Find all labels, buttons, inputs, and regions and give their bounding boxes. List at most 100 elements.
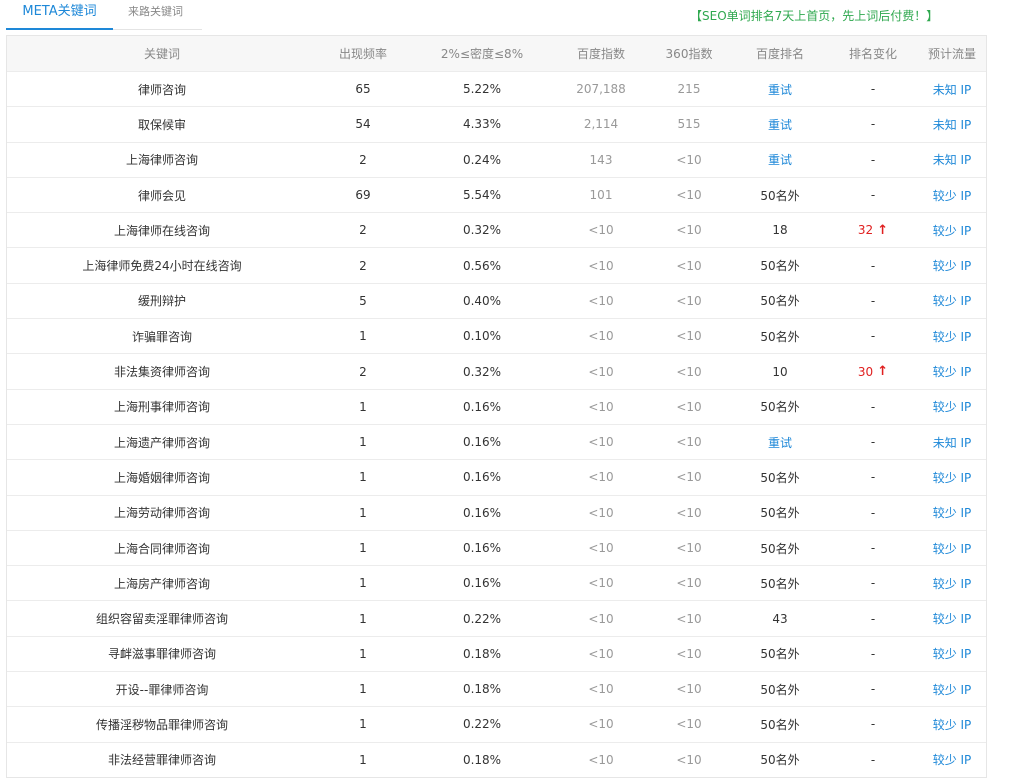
keyword-cell-text: 非法经营罪律师咨询 <box>107 753 216 768</box>
estimated-traffic-link[interactable]: 较少 IP <box>917 531 987 565</box>
keyword-cell-text: 上海刑事律师咨询 <box>113 400 210 415</box>
frequency-cell-text: 1 <box>359 752 367 767</box>
rank-change-cell-text: - <box>870 576 876 591</box>
estimated-traffic-link[interactable]: 较少 IP <box>917 637 987 671</box>
frequency-cell: 69 <box>317 178 409 212</box>
header-360-index: 360指数 <box>665 47 713 61</box>
keyword-cell: 上海律师在线咨询 <box>7 213 317 247</box>
index-360-cell: <10 <box>647 143 731 177</box>
index-360-cell-text: 515 <box>677 117 701 132</box>
index-360-cell: 215 <box>647 72 731 106</box>
header-frequency: 出现频率 <box>338 47 387 61</box>
estimated-traffic-link[interactable]: 较少 IP <box>917 213 987 247</box>
density-cell-text: 0.22% <box>462 717 502 732</box>
tab-meta-keywords[interactable]: META关键词 <box>6 0 113 30</box>
keyword-cell-text: 上海遗产律师咨询 <box>113 435 210 450</box>
estimated-traffic-link[interactable]: 较少 IP <box>917 248 987 282</box>
baidu-rank-cell: 50名外 <box>731 707 829 741</box>
estimated-traffic-link[interactable]: 未知 IP <box>917 143 987 177</box>
baidu-rank-cell-text: 50名外 <box>760 647 800 662</box>
estimated-traffic-link[interactable]: 较少 IP <box>917 319 987 353</box>
baidu-rank-cell: 18 <box>731 213 829 247</box>
tab-referrer-keywords[interactable]: 来路关键词 <box>128 0 183 29</box>
rank-up-arrow-icon: ↑ <box>877 364 889 380</box>
rank-change-cell: - <box>829 566 917 600</box>
baidu-index-cell: <10 <box>555 319 647 353</box>
index-360-cell-text: <10 <box>676 399 702 414</box>
frequency-cell-text: 1 <box>359 399 367 414</box>
estimated-traffic-link[interactable]: 较少 IP <box>917 672 987 706</box>
estimated-traffic-link[interactable]: 较少 IP <box>917 707 987 741</box>
rank-change-cell: - <box>829 672 917 706</box>
estimated-traffic-link[interactable]: 较少 IP <box>917 178 987 212</box>
retry-rank-link[interactable]: 重试 <box>731 425 829 459</box>
table-row: 诈骗罪咨询 1 0.10% <10 <10 50名外 - 较少 IP <box>7 318 986 353</box>
rank-change-cell: - <box>829 531 917 565</box>
density-cell-text: 0.56% <box>462 258 502 273</box>
baidu-rank-cell-text: 50名外 <box>760 541 800 556</box>
baidu-index-cell: <10 <box>555 743 647 777</box>
estimated-traffic-link[interactable]: 未知 IP <box>917 72 987 106</box>
frequency-cell-text: 1 <box>359 329 367 344</box>
density-cell-text: 0.10% <box>462 329 502 344</box>
index-360-cell: 515 <box>647 107 731 141</box>
index-360-cell: <10 <box>647 178 731 212</box>
baidu-rank-cell: 50名外 <box>731 178 829 212</box>
keyword-cell: 上海遗产律师咨询 <box>7 425 317 459</box>
frequency-cell: 2 <box>317 213 409 247</box>
keyword-cell-text: 非法集资律师咨询 <box>113 365 210 380</box>
index-360-cell-text: <10 <box>676 152 702 167</box>
estimated-traffic-link[interactable]: 较少 IP <box>917 460 987 494</box>
retry-rank-link[interactable]: 重试 <box>731 107 829 141</box>
estimated-traffic-link-text: 较少 IP <box>932 753 972 768</box>
baidu-index-cell-text: <10 <box>588 717 614 732</box>
retry-rank-link-text: 重试 <box>767 117 792 132</box>
density-cell: 0.18% <box>409 672 555 706</box>
baidu-index-cell: <10 <box>555 425 647 459</box>
frequency-cell: 65 <box>317 72 409 106</box>
retry-rank-link[interactable]: 重试 <box>731 72 829 106</box>
keyword-cell: 非法集资律师咨询 <box>7 354 317 388</box>
baidu-rank-cell: 50名外 <box>731 248 829 282</box>
estimated-traffic-link-text: 较少 IP <box>932 470 972 485</box>
baidu-index-cell-text: <10 <box>588 399 614 414</box>
frequency-cell-text: 1 <box>359 470 367 485</box>
baidu-index-cell-text: <10 <box>588 293 614 308</box>
header-rank-change: 排名变化 <box>848 47 897 61</box>
index-360-cell: <10 <box>647 672 731 706</box>
rank-change-cell: - <box>829 425 917 459</box>
baidu-index-cell-text: <10 <box>588 646 614 661</box>
estimated-traffic-link-text: 较少 IP <box>932 223 972 238</box>
rank-change-cell: - <box>829 248 917 282</box>
frequency-cell: 1 <box>317 496 409 530</box>
table-row: 取保候审 54 4.33% 2,114 515 重试 - 未知 IP <box>7 106 986 141</box>
table-row: 传播淫秽物品罪律师咨询 1 0.22% <10 <10 50名外 - 较少 IP <box>7 706 986 741</box>
estimated-traffic-link[interactable]: 较少 IP <box>917 354 987 388</box>
baidu-index-cell-text: <10 <box>588 364 614 379</box>
retry-rank-link[interactable]: 重试 <box>731 143 829 177</box>
baidu-index-cell-text: <10 <box>588 435 614 450</box>
estimated-traffic-link[interactable]: 较少 IP <box>917 284 987 318</box>
header-estimated-traffic: 预计流量 <box>927 47 976 61</box>
table-row: 寻衅滋事罪律师咨询 1 0.18% <10 <10 50名外 - 较少 IP <box>7 635 987 671</box>
estimated-traffic-link[interactable]: 较少 IP <box>917 390 987 424</box>
frequency-cell-text: 2 <box>359 152 367 167</box>
index-360-cell-text: <10 <box>676 682 702 697</box>
table-header-row: 关键词 出现频率 2%≤密度≤8% 百度指数 360指数 百度排名 排名变化 预… <box>7 36 986 71</box>
estimated-traffic-link[interactable]: 较少 IP <box>917 566 987 600</box>
estimated-traffic-link[interactable]: 较少 IP <box>917 743 987 777</box>
estimated-traffic-link[interactable]: 未知 IP <box>917 425 987 459</box>
density-cell-text: 0.24% <box>462 152 502 167</box>
keyword-cell: 上海律师免费24小时在线咨询 <box>7 248 317 282</box>
keyword-cell: 上海婚姻律师咨询 <box>7 460 317 494</box>
baidu-rank-cell-text: 50名外 <box>760 753 800 768</box>
rank-change-cell: - <box>829 178 917 212</box>
estimated-traffic-link[interactable]: 未知 IP <box>917 107 987 141</box>
baidu-rank-cell: 50名外 <box>731 637 829 671</box>
estimated-traffic-link[interactable]: 较少 IP <box>917 496 987 530</box>
estimated-traffic-link[interactable]: 较少 IP <box>917 601 987 635</box>
frequency-cell-text: 1 <box>359 717 367 732</box>
baidu-index-cell-text: <10 <box>588 470 614 485</box>
seo-promo-link[interactable]: 【SEO单词排名7天上首页，先上词后付费！】 <box>690 7 938 24</box>
baidu-index-cell: <10 <box>555 284 647 318</box>
